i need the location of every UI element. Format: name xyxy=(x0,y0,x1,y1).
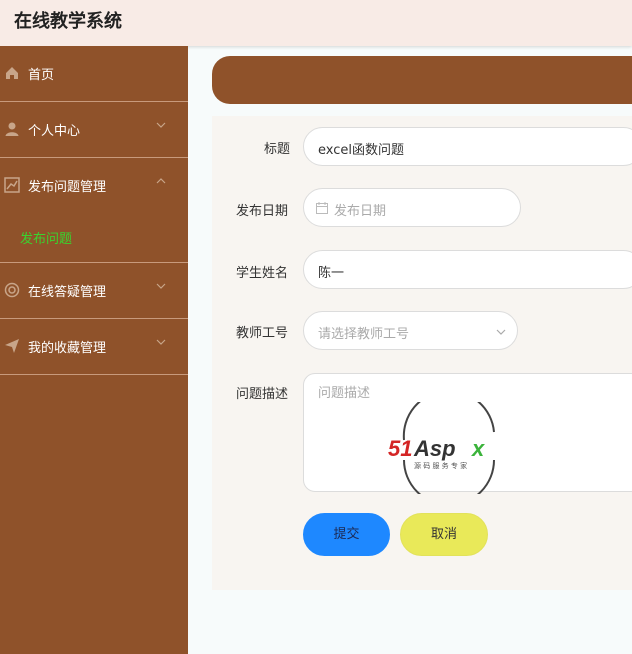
chevron-down-icon xyxy=(156,339,166,345)
publish-date-label: 发布日期 xyxy=(236,204,289,219)
description-placeholder: 问题描述 xyxy=(318,386,371,401)
sidebar-item-label: 在线答疑管理 xyxy=(28,285,107,300)
svg-text:51: 51 xyxy=(388,436,412,461)
top-bar: 在线教学系统 xyxy=(0,0,632,46)
student-name-label: 学生姓名 xyxy=(236,266,289,281)
description-label: 问题描述 xyxy=(236,387,289,402)
home-icon xyxy=(6,67,18,79)
teacher-id-placeholder: 请选择教师工号 xyxy=(318,327,410,342)
title-label: 标题 xyxy=(264,142,291,157)
support-icon xyxy=(4,282,20,298)
sidebar-item-label: 个人中心 xyxy=(28,124,81,139)
sidebar-item-question-management[interactable]: 发布问题管理 xyxy=(0,158,188,213)
title-input[interactable]: excel函数问题 xyxy=(303,127,632,166)
submit-button[interactable]: 提交 xyxy=(303,513,390,556)
chevron-down-icon xyxy=(156,122,166,128)
publish-date-placeholder: 发布日期 xyxy=(334,204,387,219)
sidebar-item-online-qa[interactable]: 在线答疑管理 xyxy=(0,263,188,319)
sidebar-item-label: 首页 xyxy=(28,68,55,83)
teacher-id-select[interactable]: 请选择教师工号 xyxy=(303,311,518,350)
watermark-logo: 51 Asp x 源 码 服 务 专 家 xyxy=(388,402,495,494)
calendar-icon xyxy=(316,202,328,214)
sidebar-item-profile[interactable]: 个人中心 xyxy=(0,102,188,158)
app-title: 在线教学系统 xyxy=(14,11,122,32)
cancel-button[interactable]: 取消 xyxy=(400,513,488,556)
chevron-up-icon xyxy=(156,178,166,184)
teacher-id-label: 教师工号 xyxy=(236,326,289,341)
student-name-input[interactable]: 陈一 xyxy=(303,250,632,289)
user-icon xyxy=(5,122,19,136)
student-name-value: 陈一 xyxy=(318,266,345,281)
chart-icon xyxy=(4,177,20,193)
sidebar-subitem-publish-question[interactable]: 发布问题 xyxy=(0,207,188,263)
sidebar-item-home[interactable]: 首页 xyxy=(0,46,188,102)
sidebar-subitem-label: 发布问题 xyxy=(20,232,73,247)
sidebar-item-favorites[interactable]: 我的收藏管理 xyxy=(0,319,188,375)
sidebar: 首页 个人中心 发布问题管理 发布问题 在线答疑管理 我的收藏管理 xyxy=(0,46,188,654)
title-input-value: excel函数问题 xyxy=(318,143,404,158)
publish-date-picker[interactable]: 发布日期 xyxy=(303,188,521,227)
chevron-down-icon xyxy=(156,283,166,289)
svg-text:Asp: Asp xyxy=(413,436,456,461)
svg-text:x: x xyxy=(471,436,485,461)
send-icon xyxy=(5,339,19,353)
svg-text:源 码 服 务 专 家: 源 码 服 务 专 家 xyxy=(414,461,467,470)
sidebar-item-label: 我的收藏管理 xyxy=(28,341,107,356)
chevron-down-icon xyxy=(496,329,506,335)
sidebar-item-label: 发布问题管理 xyxy=(28,180,107,195)
header-banner xyxy=(212,56,632,104)
